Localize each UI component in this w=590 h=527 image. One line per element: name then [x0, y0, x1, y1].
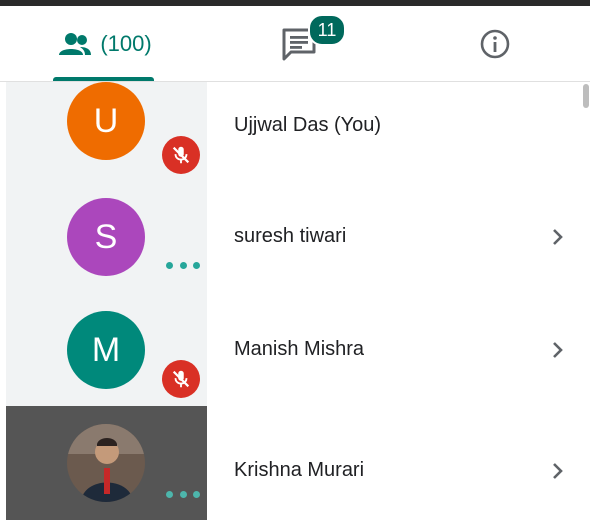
people-count: (100)	[100, 31, 152, 56]
unread-badge: 11	[308, 14, 346, 46]
chevron-right-icon[interactable]	[548, 461, 568, 481]
avatar-initial: M	[91, 330, 121, 369]
avatar: U	[67, 82, 145, 160]
tab-bar: (100) 11	[0, 6, 590, 82]
participant-name: Krishna Murari	[234, 459, 365, 481]
avatar-column	[6, 406, 207, 520]
avatar-column: S	[6, 195, 207, 308]
chevron-right-icon[interactable]	[548, 227, 568, 247]
tab-people[interactable]: (100)	[20, 6, 190, 82]
participant-name: Manish Mishra	[234, 338, 365, 360]
tab-chat[interactable]: 11	[225, 6, 375, 82]
scrollbar[interactable]	[583, 84, 589, 108]
mic-off-icon	[162, 136, 200, 174]
avatar-column: M	[6, 308, 207, 421]
avatar-column: U	[6, 82, 207, 195]
avatar: M	[67, 311, 145, 389]
mic-off-icon	[162, 360, 200, 398]
more-options-icon	[166, 262, 200, 270]
participant-name: Ujjwal Das (You)	[234, 114, 382, 136]
chevron-right-icon[interactable]	[548, 340, 568, 360]
participant-row[interactable]: Krishna Murari	[0, 406, 590, 527]
avatar-photo	[67, 424, 145, 502]
chat-icon-wrap: 11	[280, 14, 346, 62]
avatar-initial: U	[93, 101, 119, 140]
participant-row[interactable]: M Manish Mishra	[0, 308, 590, 421]
people-icon	[59, 33, 92, 55]
avatar: S	[67, 198, 145, 276]
info-icon	[480, 29, 510, 59]
participant-row[interactable]: S suresh tiwari	[0, 195, 590, 308]
avatar-initial: S	[94, 217, 118, 256]
tab-info[interactable]	[440, 6, 550, 82]
participant-row[interactable]: U Ujjwal Das (You)	[0, 82, 590, 195]
participant-list: U Ujjwal Das (You) S suresh tiwari M Man…	[0, 82, 590, 527]
participant-name: suresh tiwari	[234, 225, 347, 247]
more-options-icon	[166, 491, 200, 499]
